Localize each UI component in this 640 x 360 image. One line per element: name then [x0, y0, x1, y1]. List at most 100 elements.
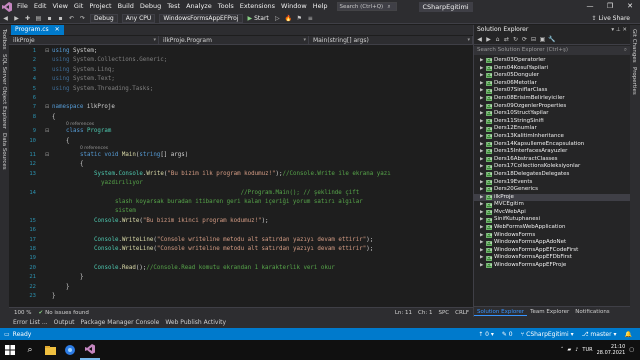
codelens-references[interactable]: 0 references — [80, 146, 108, 151]
pending-changes-icon[interactable]: ↻ — [512, 36, 519, 43]
code-editor[interactable]: 1 2 3 4 5 6 7 8 9 10 11 12 13 14 15 16 17 18 19 20 21 22 23 us… — [9, 46, 473, 307]
expand-arrow-icon[interactable]: ▶ — [480, 80, 485, 88]
code-line[interactable]: static void Main(string[] args) — [80, 152, 188, 158]
member-dropdown[interactable]: Main(string[] args) ▾ — [309, 36, 473, 45]
collapse-region-icon[interactable]: ⊟ — [45, 128, 49, 134]
properties-tab[interactable]: Properties — [631, 67, 637, 95]
menu-project[interactable]: Project — [86, 0, 114, 13]
solution-tree-item[interactable]: ▶ C# Ders07SiniflarClass — [474, 87, 630, 95]
file-explorer-icon[interactable] — [40, 340, 60, 360]
repository-selector[interactable]: ⑂ CSharpEgitimi ▾ — [521, 331, 574, 338]
expand-arrow-icon[interactable]: ▶ — [480, 72, 485, 80]
solution-tree-item[interactable]: ▶ C# WindowsFormsAppAdoNet — [474, 239, 630, 247]
hot-reload-icon[interactable]: 🔥 — [284, 14, 293, 23]
whitespace-mode[interactable]: SPC — [438, 310, 449, 316]
solution-tree-item[interactable]: ▶ C# WindowsFormsAppEFDbFirst — [474, 254, 630, 262]
sql-server-object-explorer-tab[interactable]: SQL Server Object Explorer — [1, 54, 7, 129]
start-without-debugging-icon[interactable]: ▷ — [273, 14, 282, 23]
search-icon[interactable]: ⌕ — [20, 340, 40, 360]
data-sources-tab[interactable]: Data Sources — [1, 133, 7, 170]
menu-file[interactable]: File — [14, 0, 31, 13]
notification-center-icon[interactable]: ▢ — [629, 347, 634, 353]
solution-tree-item[interactable]: ▶ C# Ders13KalitimInheritance — [474, 133, 630, 141]
expand-arrow-icon[interactable]: ▶ — [480, 141, 485, 149]
tab-web-publish-activity[interactable]: Web Publish Activity — [162, 319, 229, 326]
expand-arrow-icon[interactable]: ▶ — [480, 103, 485, 111]
minimize-button[interactable]: — — [580, 0, 600, 13]
maximize-button[interactable]: ❐ — [600, 0, 620, 13]
input-language[interactable]: TUR — [582, 347, 592, 353]
menu-tools[interactable]: Tools — [215, 0, 237, 13]
tab-package-manager-console[interactable]: Package Manager Console — [78, 319, 163, 326]
solution-tree-item[interactable]: ▶ C# Ders18DelegatesDelegates — [474, 171, 630, 179]
network-icon[interactable]: ▰ — [567, 347, 571, 353]
menu-extensions[interactable]: Extensions — [237, 0, 278, 13]
code-line[interactable]: using System.Linq; — [52, 67, 115, 73]
code-line[interactable]: Console.Write("Bu bizim ikinci program k… — [94, 218, 269, 224]
redo-icon[interactable]: ↷ — [78, 14, 87, 23]
code-line[interactable]: Console.WriteLine("Console writeline met… — [94, 237, 373, 243]
forward-icon[interactable]: ▶ — [12, 14, 21, 23]
solution-tree-item[interactable]: ▶ C# WindowsFormsAppEFCodeFirst — [474, 247, 630, 255]
expand-arrow-icon[interactable]: ▶ — [480, 156, 485, 164]
tab-program-cs[interactable]: Program.cs ✕ — [11, 25, 64, 35]
solution-tree-item[interactable]: ▶ C# Ders15InterfacesArayuzler — [474, 148, 630, 156]
expand-arrow-icon[interactable]: ▶ — [480, 239, 485, 247]
menu-help[interactable]: Help — [310, 0, 331, 13]
branch-selector[interactable]: ⎇ master ▾ — [582, 331, 617, 338]
solution-tree-item[interactable]: ▶ C# Ders06Metotlar — [474, 80, 630, 88]
start-button[interactable]: ▶ Start — [248, 15, 269, 22]
solution-tree-item[interactable]: ▶ C# MvcWebApi — [474, 209, 630, 217]
menu-git[interactable]: Git — [71, 0, 86, 13]
switch-views-icon[interactable]: ⇄ — [503, 36, 510, 43]
solution-tree-item[interactable]: ▶ C# WindowsFormsAppEFProje — [474, 262, 630, 270]
close-tab-icon[interactable]: ✕ — [55, 25, 60, 35]
expand-arrow-icon[interactable]: ▶ — [480, 118, 485, 126]
expand-arrow-icon[interactable]: ▶ — [480, 87, 485, 95]
code-line[interactable]: class Program — [66, 128, 111, 134]
menu-view[interactable]: View — [49, 0, 70, 13]
expand-arrow-icon[interactable]: ▶ — [480, 110, 485, 118]
code-line[interactable]: using System; — [52, 48, 97, 54]
volume-icon[interactable]: ♪ — [575, 347, 578, 353]
notifications-icon[interactable]: 🔔 — [625, 331, 632, 338]
class-dropdown[interactable]: ilkProje.Program ▾ — [159, 36, 309, 45]
windows-start-icon[interactable] — [0, 340, 20, 360]
expand-arrow-icon[interactable]: ▶ — [480, 209, 485, 217]
line-ending[interactable]: CRLF — [455, 310, 469, 316]
expand-arrow-icon[interactable]: ▶ — [480, 201, 485, 209]
expand-arrow-icon[interactable]: ▶ — [480, 179, 485, 187]
expand-arrow-icon[interactable]: ▶ — [480, 95, 485, 103]
code-line[interactable]: sistem — [94, 208, 136, 214]
sync-icon[interactable]: ⟳ — [521, 36, 528, 43]
properties-icon[interactable]: 🔧 — [548, 36, 555, 43]
save-all-icon[interactable]: ▪ — [56, 14, 65, 23]
expand-arrow-icon[interactable]: ▶ — [480, 224, 485, 232]
expand-arrow-icon[interactable]: ▶ — [480, 133, 485, 141]
solution-tree-item[interactable]: ▶ C# Ders05Donguler — [474, 72, 630, 80]
expand-arrow-icon[interactable]: ▶ — [480, 232, 485, 240]
expand-arrow-icon[interactable]: ▶ — [480, 57, 485, 65]
solution-tree-item[interactable]: ▶ C# Ders14KapsullemeEncapsulation — [474, 141, 630, 149]
collapse-region-icon[interactable]: ⊟ — [45, 152, 49, 158]
solution-tree-item[interactable]: ▶ C# Ders16AbstractClasses — [474, 156, 630, 164]
code-line[interactable]: using System.Text; — [52, 76, 115, 82]
solution-tree-item[interactable]: ▶ C# MVCEgitim — [474, 201, 630, 209]
configuration-dropdown[interactable]: Debug — [90, 13, 118, 23]
solution-tree-item[interactable]: ▶ C# SinifKutuphanesi — [474, 216, 630, 224]
push-count[interactable]: ↑ 0 ▾ — [478, 331, 494, 338]
close-button[interactable]: ✕ — [620, 0, 640, 13]
platform-dropdown[interactable]: Any CPU — [121, 13, 156, 23]
collapse-region-icon[interactable]: ⊟ — [45, 48, 49, 54]
tab-notifications[interactable]: Notifications — [572, 309, 612, 315]
menu-build[interactable]: Build — [115, 0, 137, 13]
save-icon[interactable]: ▪ — [45, 14, 54, 23]
issues-indicator[interactable]: ✔ No issues found — [38, 310, 88, 316]
tab-error-list[interactable]: Error List ... — [10, 319, 51, 326]
expand-arrow-icon[interactable]: ▶ — [480, 163, 485, 171]
git-changes-tab[interactable]: Git Changes — [631, 29, 637, 63]
bookmark-icon[interactable]: ⚑ — [295, 14, 304, 23]
expand-arrow-icon[interactable]: ▶ — [480, 254, 485, 262]
code-line[interactable]: Console.WriteLine("Console writeline met… — [94, 246, 373, 252]
expand-arrow-icon[interactable]: ▶ — [480, 65, 485, 73]
